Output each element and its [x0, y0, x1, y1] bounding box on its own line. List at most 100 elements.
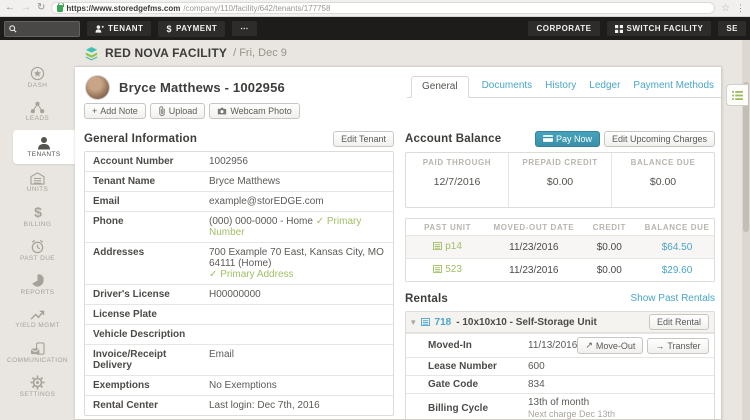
address-bar[interactable]: https://www.storedgefms.com/company/110/… [51, 2, 716, 14]
row-label: Phone [93, 216, 124, 227]
sidebar-item-past-due[interactable]: PAST DUE [0, 235, 75, 266]
sidebar-label-reports: REPORTS [20, 289, 55, 296]
webcam-photo-button[interactable]: Webcam Photo [209, 103, 300, 119]
tab-documents[interactable]: Documents [482, 80, 533, 97]
sidebar-item-settings[interactable]: SETTINGS [0, 371, 75, 402]
paperclip-icon [159, 106, 165, 116]
browser-forward-icon[interactable]: → [21, 3, 31, 13]
global-search[interactable] [4, 20, 80, 37]
col-credit: CREDIT [592, 222, 626, 232]
unit-icon [433, 242, 443, 251]
chevron-down-icon[interactable]: ▾ [411, 317, 416, 328]
bookmark-star-icon[interactable]: ☆ [721, 3, 730, 14]
move-out-icon: ↗ [585, 340, 593, 350]
row-label: License Plate [93, 309, 157, 320]
sidebar-label-communication: COMMUNICATION [6, 356, 69, 364]
edit-rental-button[interactable]: Edit Rental [648, 314, 709, 330]
sidebar-item-yield-mgmt[interactable]: YIELD MGMT [0, 303, 75, 334]
account-balance-title: Account Balance [405, 132, 502, 145]
tab-ledger[interactable]: Ledger [589, 80, 620, 97]
new-tenant-button[interactable]: TENANT [87, 21, 152, 36]
browser-refresh-icon[interactable]: ↻ [37, 3, 45, 13]
url-domain: https://www.storedgefms.com [66, 3, 181, 13]
sidebar-item-units[interactable]: UNITS [0, 167, 75, 198]
tenant-detail-card: Bryce Matthews - 1002956 + Add Note Uploa… [75, 66, 722, 420]
sidebar-item-reports[interactable]: REPORTS [0, 269, 75, 300]
add-note-label: Add Note [100, 106, 138, 116]
user-menu-button[interactable]: SE [718, 21, 746, 36]
balance-due-link[interactable]: $64.50 [640, 242, 714, 253]
user-menu-label: SE [726, 24, 738, 33]
row-label: Tenant Name [93, 176, 156, 187]
gate-code-label: Gate Code [428, 379, 479, 390]
balance-due-value: $0.00 [649, 176, 677, 188]
past-unit-link[interactable]: p14 [445, 241, 462, 252]
search-input[interactable] [20, 23, 70, 34]
table-row: Addresses 700 Example 70 East, Kansas Cit… [85, 242, 393, 284]
rental-unit-link[interactable]: 718 [435, 317, 452, 328]
balance-due-cell: BALANCE DUE $0.00 [611, 153, 714, 207]
past-unit-cell: p14 [406, 241, 489, 254]
billing-cycle-value: 13th of month Next charge Dec 13th [528, 397, 708, 419]
tab-payment-methods[interactable]: Payment Methods [633, 80, 714, 97]
general-info-title: General Information [84, 132, 198, 145]
sidebar-item-leads[interactable]: LEADS [0, 96, 75, 127]
settings-gear-icon [30, 375, 45, 390]
search-icon [9, 24, 17, 33]
past-unit-link[interactable]: 523 [445, 264, 462, 275]
move-out-button[interactable]: ↗ Move-Out [577, 337, 644, 354]
edit-tenant-button[interactable]: Edit Tenant [333, 130, 394, 147]
unit-tag: 523 [433, 264, 462, 275]
rentals-title: Rentals [405, 292, 448, 305]
show-past-rentals-link[interactable]: Show Past Rentals [631, 293, 716, 304]
sidebar-item-communication[interactable]: COMMUNICATION [0, 337, 75, 368]
sidebar-item-tenants[interactable]: TENANTS [13, 130, 75, 164]
edit-upcoming-charges-button[interactable]: Edit Upcoming Charges [603, 130, 715, 147]
past-unit-row: 523 11/23/2016 $0.00 $29.60 [406, 258, 714, 281]
list-icon [732, 90, 743, 100]
past-units-table: PAST UNIT MOVED-OUT DATE CREDIT BALANCE … [405, 218, 715, 282]
email-link[interactable]: example@storEDGE.com [203, 192, 393, 211]
primary-address-badge: ✓ Primary Address [209, 269, 294, 280]
balance-due-header: BALANCE DUE [630, 158, 696, 167]
lease-number-label: Lease Number [428, 361, 497, 372]
sidebar-item-billing[interactable]: $ BILLING [0, 201, 75, 232]
paid-through-header: PAID THROUGH [422, 158, 492, 167]
tab-general[interactable]: General [411, 76, 469, 98]
more-actions-button[interactable]: ⋯ [232, 21, 257, 36]
browser-back-icon[interactable]: ← [5, 3, 15, 13]
facility-name[interactable]: RED NOVA FACILITY [105, 46, 227, 60]
table-row: Email example@storEDGE.com [85, 191, 393, 211]
table-row: Tenant Name Bryce Matthews [85, 171, 393, 191]
tab-history[interactable]: History [545, 80, 576, 97]
moved-out-cell: 11/23/2016 [509, 264, 559, 276]
moved-out-cell: 11/23/2016 [509, 241, 559, 253]
side-panel-toggle[interactable] [726, 84, 748, 106]
col-past-unit: PAST UNIT [424, 222, 472, 232]
credit-cell: $0.00 [596, 264, 622, 276]
row-label: Invoice/Receipt Delivery [93, 349, 167, 371]
tenant-avatar[interactable] [85, 75, 110, 100]
move-out-label: Move-Out [595, 340, 636, 351]
pay-now-button[interactable]: Pay Now [534, 130, 600, 147]
sidebar-item-dash[interactable]: DASH [0, 62, 75, 93]
switch-facility-label: SWITCH FACILITY [626, 24, 704, 33]
more-button-label: ⋯ [240, 24, 249, 33]
dash-icon [30, 66, 45, 81]
billing-icon: $ [34, 205, 42, 220]
unit-icon [420, 318, 430, 326]
prepaid-credit-cell: PREPAID CREDIT $0.00 [508, 153, 611, 207]
row-label: Vehicle Description [93, 329, 186, 340]
browser-menu-icon[interactable]: ⋮ [736, 3, 745, 14]
upload-button[interactable]: Upload [149, 103, 206, 119]
new-payment-button[interactable]: $ PAYMENT [158, 20, 226, 37]
rental-card-header[interactable]: ▾ 718 - 10x10x10 - Self-Storage Unit Edi… [406, 312, 714, 333]
row-label: Email [93, 196, 120, 207]
switch-facility-icon [614, 24, 623, 33]
tenant-button-label: TENANT [108, 24, 144, 33]
switch-facility-button[interactable]: SWITCH FACILITY [606, 21, 712, 36]
add-note-button[interactable]: + Add Note [84, 103, 146, 119]
transfer-button[interactable]: → Transfer [647, 337, 709, 354]
balance-due-link[interactable]: $29.60 [640, 265, 714, 276]
corporate-button[interactable]: CORPORATE [528, 21, 600, 36]
